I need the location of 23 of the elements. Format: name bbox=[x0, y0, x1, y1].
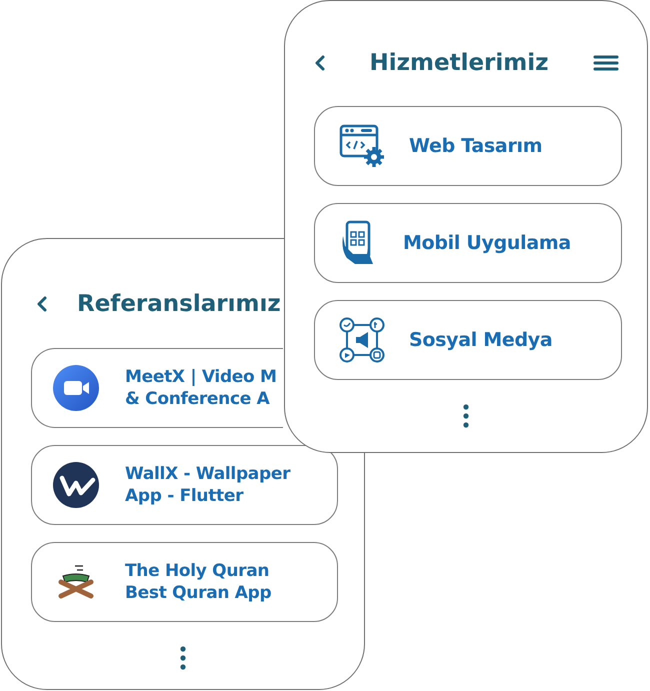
app-title: WallX - Wallpaper App - Flutter bbox=[125, 462, 290, 508]
more-icon[interactable] bbox=[180, 646, 186, 670]
back-icon[interactable] bbox=[37, 296, 47, 312]
service-title: Mobil Uygulama bbox=[403, 230, 571, 256]
back-icon[interactable] bbox=[315, 55, 325, 71]
service-title: Web Tasarım bbox=[409, 134, 542, 158]
page-title: Referanslarımız bbox=[77, 291, 281, 317]
page-title: Hizmetlerimiz bbox=[368, 50, 550, 76]
app-title: MeetX | Video M & Conference A bbox=[125, 366, 277, 410]
more-icon[interactable] bbox=[463, 404, 469, 428]
app-title: The Holy Quran Best Quran App bbox=[125, 560, 272, 604]
reference-item[interactable]: The Holy Quran Best Quran App bbox=[31, 542, 338, 622]
video-camera-icon bbox=[53, 365, 99, 411]
service-item[interactable]: Web Tasarım bbox=[314, 106, 622, 186]
social-network-icon bbox=[339, 317, 385, 363]
code-window-gear-icon bbox=[339, 124, 385, 168]
w-logo-icon bbox=[53, 462, 99, 508]
menu-icon[interactable] bbox=[593, 55, 619, 71]
service-title: Sosyal Medya bbox=[409, 328, 552, 352]
reference-item[interactable]: MeetX | Video M & Conference A bbox=[31, 348, 283, 428]
service-item[interactable]: Sosyal Medya bbox=[314, 300, 622, 380]
service-item[interactable]: Mobil Uygulama bbox=[314, 203, 622, 283]
reference-item[interactable]: WallX - Wallpaper App - Flutter bbox=[31, 445, 338, 525]
